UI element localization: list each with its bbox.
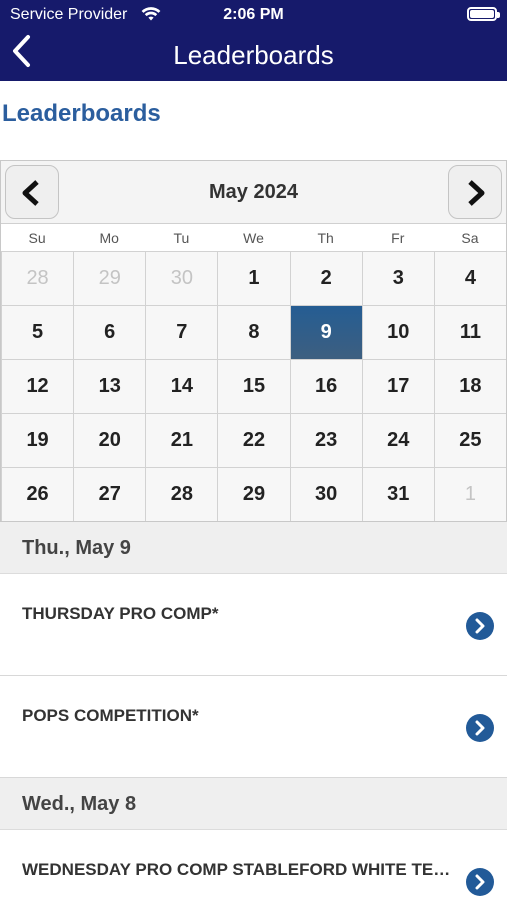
calendar-day[interactable]: 20 <box>73 413 146 467</box>
chevron-right-circle-icon[interactable] <box>466 612 494 640</box>
event-name: POPS COMPETITION* <box>22 706 199 725</box>
calendar-day[interactable]: 25 <box>433 413 506 467</box>
calendar-header: May 2024 <box>1 161 506 223</box>
calendar-day[interactable]: 8 <box>217 305 290 359</box>
chevron-right-icon <box>468 180 485 206</box>
calendar-day[interactable]: 26 <box>1 467 74 521</box>
calendar-day[interactable]: 19 <box>1 413 74 467</box>
calendar-day[interactable]: 1 <box>433 467 506 521</box>
calendar: May 2024 Su Mo Tu We Th Fr Sa 28 29 30 1 2 3 4 5 6 7 8 9 1… <box>0 160 507 522</box>
event-row[interactable]: POPS COMPETITION* <box>0 676 507 778</box>
calendar-day[interactable]: 31 <box>361 467 434 521</box>
calendar-day[interactable]: 22 <box>217 413 290 467</box>
calendar-day[interactable]: 16 <box>289 359 362 413</box>
calendar-day[interactable]: 3 <box>361 251 434 305</box>
weekday-label: Sa <box>461 230 479 246</box>
calendar-day[interactable]: 30 <box>145 251 218 305</box>
calendar-day[interactable]: 5 <box>1 305 74 359</box>
calendar-day[interactable]: 30 <box>289 467 362 521</box>
calendar-day[interactable]: 27 <box>73 467 146 521</box>
calendar-day[interactable]: 1 <box>217 251 290 305</box>
calendar-day[interactable]: 24 <box>361 413 434 467</box>
event-row[interactable]: WEDNESDAY PRO COMP STABLEFORD WHITE TEES… <box>0 830 507 900</box>
weekday-label: Su <box>28 230 46 246</box>
calendar-day[interactable]: 10 <box>361 305 434 359</box>
calendar-day[interactable]: 18 <box>433 359 506 413</box>
event-name: WEDNESDAY PRO COMP STABLEFORD WHITE TEES… <box>22 860 452 879</box>
weekday-label: We <box>243 230 264 246</box>
event-row[interactable]: THURSDAY PRO COMP* <box>0 574 507 676</box>
date-section-header: Thu., May 9 <box>0 522 507 574</box>
calendar-day[interactable]: 21 <box>145 413 218 467</box>
calendar-day[interactable]: 29 <box>217 467 290 521</box>
calendar-day[interactable]: 14 <box>145 359 218 413</box>
calendar-day[interactable]: 7 <box>145 305 218 359</box>
navigation-bar: Service Provider 2:06 PM Leaderboards <box>0 0 507 81</box>
month-label: May 2024 <box>209 181 298 203</box>
date-section-header: Wed., May 8 <box>0 778 507 830</box>
calendar-day[interactable]: 15 <box>217 359 290 413</box>
calendar-day[interactable]: 6 <box>73 305 146 359</box>
next-month-button[interactable] <box>448 165 502 219</box>
calendar-day[interactable]: 12 <box>1 359 74 413</box>
calendar-day[interactable]: 23 <box>289 413 362 467</box>
event-name: THURSDAY PRO COMP* <box>22 604 219 623</box>
battery-icon <box>467 7 500 21</box>
calendar-day[interactable]: 4 <box>433 251 506 305</box>
status-bar: Service Provider 2:06 PM <box>0 0 507 30</box>
weekday-label: Fr <box>391 230 405 246</box>
weekday-label: Tu <box>173 230 190 246</box>
calendar-day[interactable]: 17 <box>361 359 434 413</box>
clock: 2:06 PM <box>223 6 284 23</box>
chevron-right-circle-icon[interactable] <box>466 868 494 896</box>
calendar-day[interactable]: 11 <box>433 305 506 359</box>
nav-title: Leaderboards <box>173 40 334 70</box>
weekday-label: Th <box>317 230 334 246</box>
weekday-label: Mo <box>99 230 119 246</box>
weekday-header: Su Mo Tu We Th Fr Sa <box>1 223 506 251</box>
calendar-day[interactable]: 2 <box>289 251 362 305</box>
calendar-day-selected[interactable]: 9 <box>289 305 362 359</box>
calendar-day[interactable]: 28 <box>145 467 218 521</box>
day-grid: 28 29 30 1 2 3 4 5 6 7 8 9 10 11 12 13 14 15 16 17 18 19 20 21 2… <box>1 251 506 521</box>
calendar-day[interactable]: 13 <box>73 359 146 413</box>
page-title: Leaderboards <box>2 100 161 127</box>
chevron-right-circle-icon[interactable] <box>466 714 494 742</box>
calendar-day[interactable]: 28 <box>1 251 74 305</box>
calendar-day[interactable]: 29 <box>73 251 146 305</box>
